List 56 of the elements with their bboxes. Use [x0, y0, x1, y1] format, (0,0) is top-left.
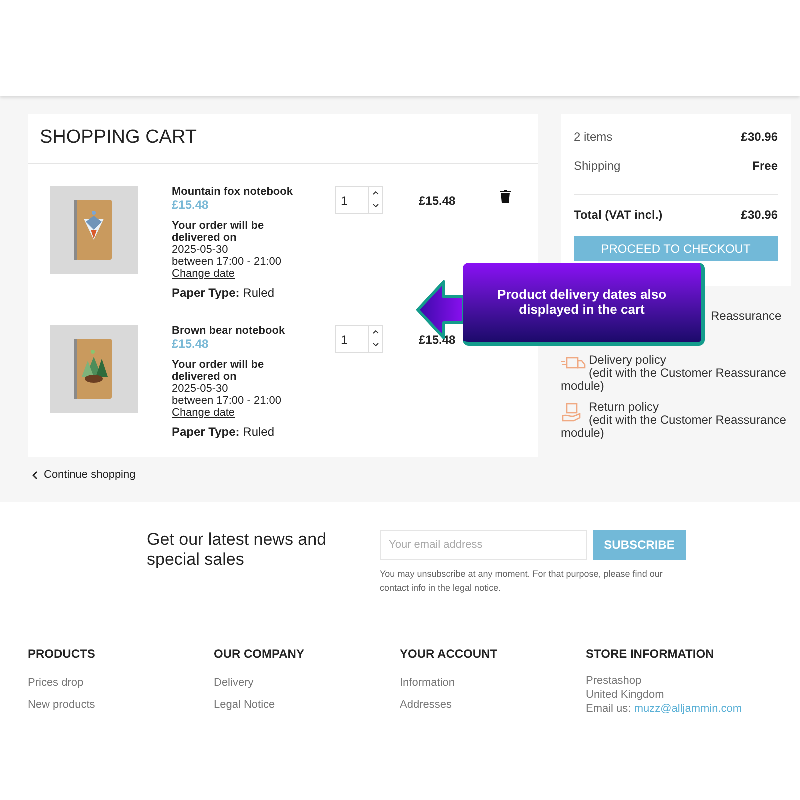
delivery-date: 2025-05-30 [172, 244, 230, 256]
reassurance-text: (edit with the Customer Reassurance module) [561, 367, 788, 393]
quantity-field[interactable]: 1 [335, 324, 383, 352]
total-label: Total (VAT incl.) [574, 207, 663, 224]
email-link[interactable]: muzz@alljammin.com [634, 703, 742, 715]
product-name[interactable]: Brown bear notebook [172, 324, 332, 336]
footer-heading: OUR COMPANY [214, 646, 306, 663]
increase-icon[interactable] [372, 191, 378, 195]
product-name[interactable]: Mountain fox notebook [172, 186, 332, 198]
increase-icon[interactable] [372, 330, 378, 334]
footer-link[interactable]: Legal Notice [214, 698, 276, 710]
product-price: £15.48 [172, 198, 210, 210]
reassurance-text: (edit with the Customer Reassurance module) [561, 414, 788, 440]
footer-link[interactable]: Addresses [400, 698, 452, 710]
change-date-link[interactable]: Change date [172, 268, 235, 280]
summary-value: £30.96 [741, 129, 778, 146]
decrease-icon[interactable] [372, 204, 378, 208]
chevron-left-icon[interactable] [32, 470, 38, 480]
newsletter-note: You may unsubscribe at any moment. For that purpose, please find our contact info in the legal notice. [380, 568, 664, 595]
email-field[interactable]: Your email address [380, 530, 587, 560]
line-total: £15.48 [419, 192, 456, 206]
footer-link[interactable]: New products [28, 698, 96, 710]
footer-link[interactable]: Prices drop [28, 677, 84, 689]
reassurance-title: Delivery policy [589, 353, 666, 367]
reassurance-title: Return policy [589, 400, 660, 414]
cart-title: SHOPPING CART [28, 114, 538, 164]
line-total: £15.48 [419, 332, 456, 344]
delivery-date: 2025-05-30 [172, 382, 230, 394]
footer-link[interactable]: Delivery [214, 677, 254, 689]
delivery-window: between 17:00 - 21:00 [172, 394, 332, 406]
box-in-hand-icon [561, 402, 583, 422]
change-date-link[interactable]: Change date [172, 406, 235, 418]
product-price: £15.48 [172, 338, 210, 350]
product-attribute: Paper Type: Ruled [172, 286, 276, 298]
reassurance-text: Reassurance [711, 309, 782, 323]
summary-label: 2 items [574, 129, 613, 146]
total-value: £30.96 [741, 207, 778, 224]
decrease-icon[interactable] [372, 343, 378, 347]
footer-link[interactable]: Information [400, 677, 456, 689]
newsletter-heading: Get our latest news and special sales [147, 530, 328, 571]
quantity-field[interactable]: 1 [335, 186, 383, 214]
delivery-heading: Your order will be delivered on [172, 358, 266, 382]
footer-heading: STORE INFORMATION [586, 646, 716, 663]
summary-value: Free [752, 158, 778, 175]
store-info-line: Prestashop [586, 674, 643, 688]
delivery-window: between 17:00 - 21:00 [172, 256, 332, 268]
callout-text: Product delivery dates also displayed in the cart [496, 287, 668, 317]
footer-heading: YOUR ACCOUNT [400, 646, 499, 663]
delivery-heading: Your order will be delivered on [172, 220, 266, 244]
footer-heading: PRODUCTS [28, 646, 96, 663]
store-info-line: United Kingdom [586, 688, 666, 702]
trash-icon[interactable] [500, 190, 511, 202]
summary-label: Shipping [574, 158, 621, 175]
product-attribute: Paper Type: Ruled [172, 426, 276, 438]
continue-shopping-link[interactable]: Continue shopping [44, 467, 136, 484]
store-info-label: Email us: [586, 703, 632, 715]
